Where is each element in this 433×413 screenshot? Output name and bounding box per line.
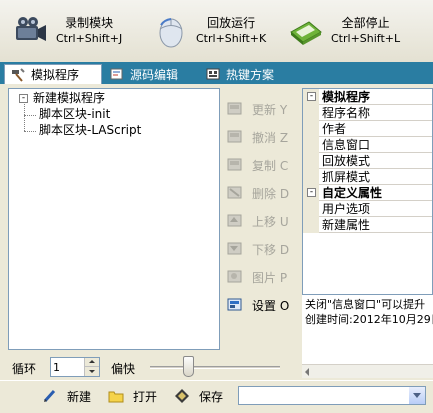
property-category-program[interactable]: - 模拟程序	[303, 89, 432, 105]
new-label: 新建	[67, 389, 92, 404]
record-module-button[interactable]: 录制模块 Ctrl+Shift+J	[12, 6, 122, 56]
property-name-label: 程序名称	[322, 106, 371, 120]
green-folder-icon	[287, 12, 325, 50]
property-row-playback-mode[interactable]: 回放模式	[303, 153, 432, 169]
open-label: 打开	[133, 389, 158, 404]
property-row-capture-mode[interactable]: 抓屏模式	[303, 169, 432, 185]
property-category-custom-label: 自定义属性	[322, 186, 383, 200]
tab-hotkey-scheme[interactable]: 热键方案	[200, 64, 294, 84]
stop-all-button[interactable]: 全部停止 Ctrl+Shift+L	[287, 6, 400, 56]
stop-all-shortcut: Ctrl+Shift+L	[331, 32, 401, 45]
settings-label: 设置 O	[252, 298, 290, 313]
update-icon	[226, 101, 244, 117]
loop-label: 循环	[12, 362, 37, 376]
property-info-window-label: 信息窗口	[322, 138, 371, 152]
property-author-label: 作者	[322, 122, 347, 136]
undo-icon	[226, 129, 244, 145]
record-module-shortcut: Ctrl+Shift+J	[56, 32, 123, 45]
program-select-combobox[interactable]	[238, 386, 426, 405]
save-button[interactable]: 保存	[174, 386, 223, 406]
dropdown-arrow-icon[interactable]	[408, 387, 425, 404]
property-category-program-label: 模拟程序	[322, 90, 371, 104]
save-icon	[174, 388, 190, 404]
move-down-label: 下移 D	[252, 242, 290, 257]
property-row-author[interactable]: 作者	[303, 121, 432, 137]
hammer-icon	[11, 67, 25, 82]
property-description-panel: 关闭"信息窗口"可以提升 创建时间:2012年10月29日	[302, 294, 433, 364]
copy-label: 复制 C	[252, 158, 289, 173]
move-up-label: 上移 U	[252, 214, 289, 229]
tree-root-expander[interactable]: -	[19, 94, 28, 103]
tab-source-edit[interactable]: 源码编辑	[104, 64, 198, 84]
delete-button[interactable]: 删除 D	[222, 182, 300, 204]
settings-button[interactable]: 设置 O	[222, 294, 300, 316]
speed-label: 偏快	[111, 362, 136, 376]
speed-slider-thumb[interactable]	[183, 356, 194, 377]
undo-label: 撤消 Z	[252, 130, 289, 145]
move-down-icon	[226, 241, 244, 257]
playback-run-shortcut: Ctrl+Shift+K	[196, 32, 267, 45]
stepper-up-icon[interactable]	[84, 358, 99, 367]
tab-source-edit-label: 源码编辑	[130, 67, 179, 82]
record-module-label: 录制模块	[65, 16, 114, 30]
keyboard-icon	[206, 67, 220, 81]
delete-label: 删除 D	[252, 186, 290, 201]
property-row-program-name[interactable]: 程序名称	[303, 105, 432, 121]
property-category-custom[interactable]: - 自定义属性	[303, 185, 432, 201]
property-row-user-options[interactable]: 用户选项	[303, 201, 432, 217]
move-up-button[interactable]: 上移 U	[222, 210, 300, 232]
stop-all-label: 全部停止	[341, 16, 390, 30]
undo-button[interactable]: 撤消 Z	[222, 126, 300, 148]
folder-icon	[108, 388, 124, 404]
image-button[interactable]: 图片 P	[222, 266, 300, 288]
tree-item-lascript[interactable]: 脚本区块-LAScript	[39, 123, 141, 138]
property-horizontal-scrollbar[interactable]	[302, 364, 433, 378]
property-capture-mode-label: 抓屏模式	[322, 170, 371, 184]
image-icon	[226, 269, 244, 285]
playback-run-button[interactable]: 回放运行 Ctrl+Shift+K	[152, 6, 266, 56]
property-row-new-property[interactable]: 新建属性	[303, 217, 432, 233]
main-toolbar: 录制模块 Ctrl+Shift+J 回放运行 Ctrl+Shift+K 全部停止…	[0, 0, 433, 62]
loop-count-stepper[interactable]	[50, 357, 100, 377]
edit-icon	[110, 67, 124, 81]
property-playback-mode-label: 回放模式	[322, 154, 371, 168]
property-row-info-window[interactable]: 信息窗口	[303, 137, 432, 153]
delete-icon	[226, 185, 244, 201]
tab-simulation-program[interactable]: 模拟程序	[4, 64, 102, 84]
program-tree[interactable]: - 新建模拟程序 脚本区块-init 脚本区块-LAScript	[8, 88, 220, 350]
update-label: 更新 Y	[252, 102, 288, 117]
copy-button[interactable]: 复制 C	[222, 154, 300, 176]
copy-icon	[226, 157, 244, 173]
playback-run-label: 回放运行	[207, 16, 256, 30]
property-user-options-label: 用户选项	[322, 202, 371, 216]
tree-item-init[interactable]: 脚本区块-init	[39, 107, 110, 122]
pencil-icon	[42, 388, 58, 404]
image-label: 图片 P	[252, 270, 288, 285]
update-button[interactable]: 更新 Y	[222, 98, 300, 120]
description-line-2: 创建时间:2012年10月29日	[305, 313, 433, 326]
tree-item-root[interactable]: 新建模拟程序	[33, 91, 105, 106]
camcorder-icon	[12, 12, 50, 50]
category-program-expander[interactable]: -	[307, 92, 316, 101]
tab-simulation-program-label: 模拟程序	[31, 68, 80, 82]
save-label: 保存	[199, 389, 224, 404]
description-line-1: 关闭"信息窗口"可以提升	[305, 298, 426, 311]
move-up-icon	[226, 213, 244, 229]
speed-slider-track[interactable]	[150, 366, 280, 369]
new-button[interactable]: 新建	[42, 386, 91, 406]
scroll-left-arrow-icon[interactable]	[305, 368, 309, 376]
stepper-down-icon[interactable]	[84, 367, 99, 376]
category-custom-expander[interactable]: -	[307, 188, 316, 197]
loop-count-input[interactable]	[53, 359, 83, 375]
open-button[interactable]: 打开	[108, 386, 157, 406]
settings-icon	[226, 297, 244, 313]
property-new-property-label: 新建属性	[322, 218, 371, 232]
move-down-button[interactable]: 下移 D	[222, 238, 300, 260]
tab-bar: 模拟程序 源码编辑 热键方案	[0, 62, 433, 84]
tab-hotkey-scheme-label: 热键方案	[226, 67, 275, 82]
mouse-icon	[152, 12, 190, 50]
